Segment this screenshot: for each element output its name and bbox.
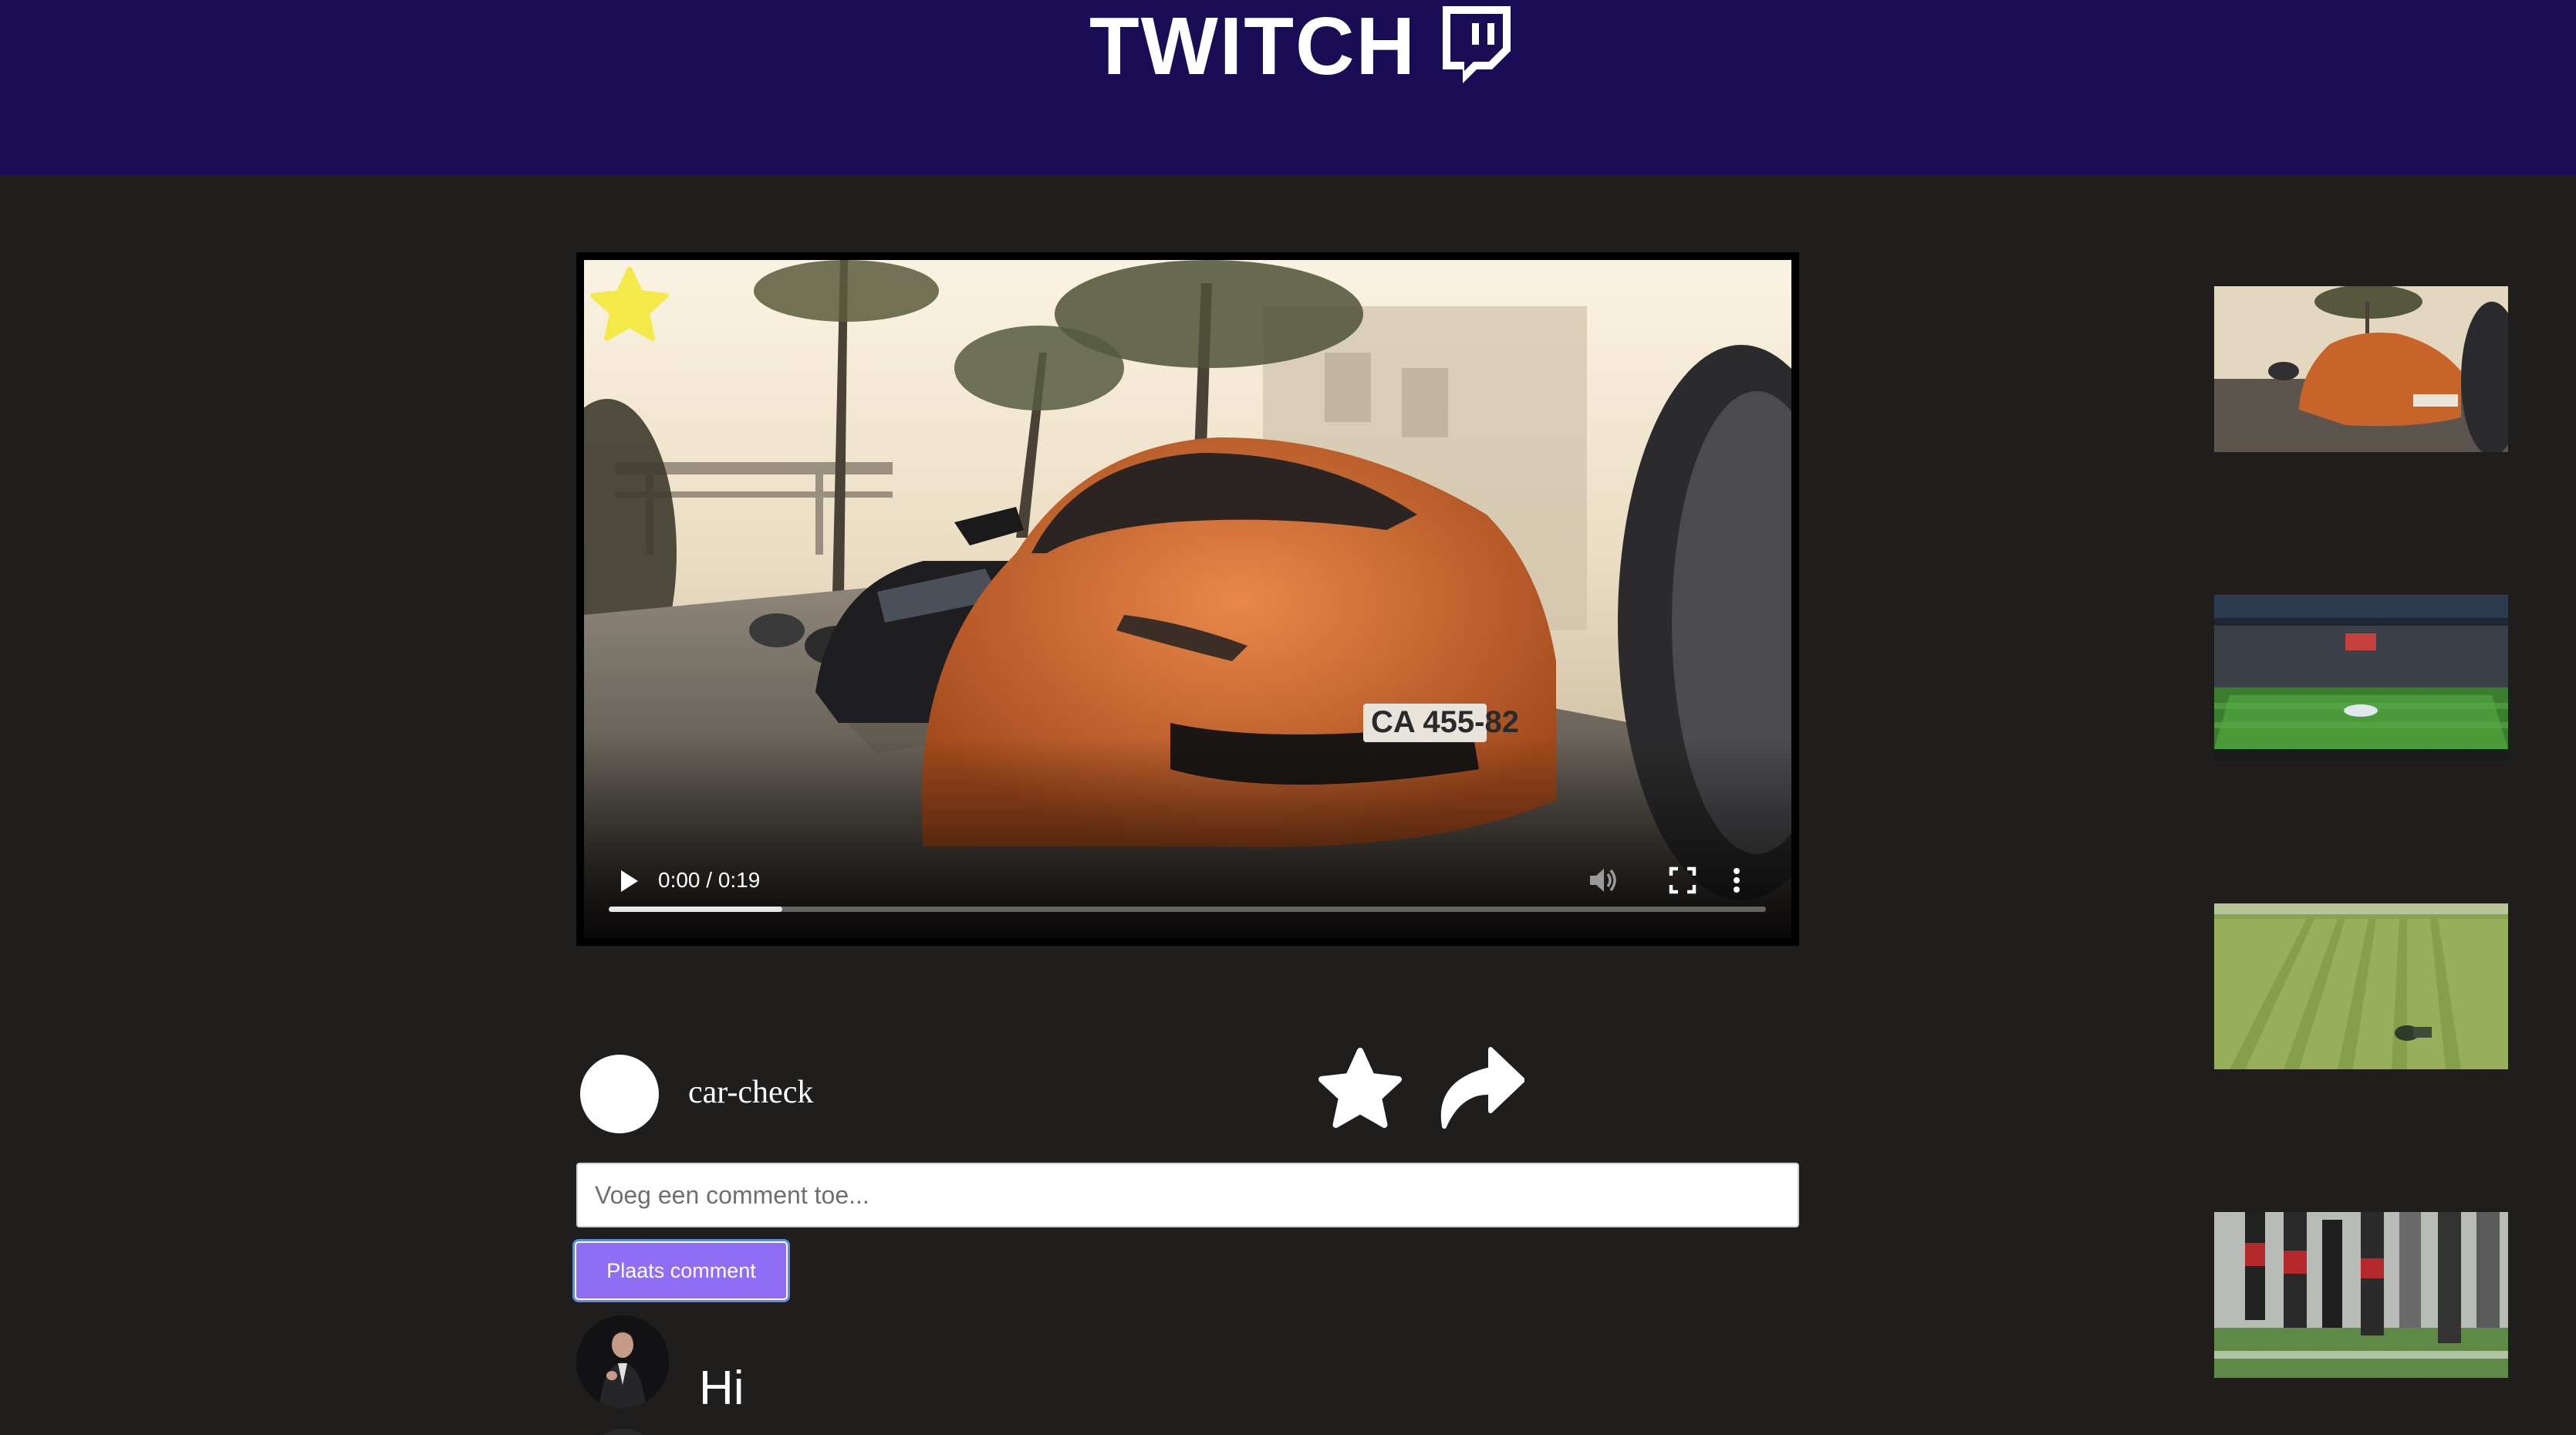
star-icon[interactable] <box>1312 1043 1409 1136</box>
sidebar-thumbnail-field[interactable] <box>2214 903 2508 1069</box>
favorite-star-icon[interactable] <box>587 263 672 348</box>
thumbnail-image-team <box>2214 1212 2508 1378</box>
sidebar-thumbnail-car[interactable] <box>2214 286 2508 452</box>
seek-bar[interactable] <box>609 907 1766 912</box>
video-scene-image: CA 455-82 <box>584 260 1791 938</box>
seek-bar-progress <box>609 907 782 912</box>
fullscreen-icon[interactable] <box>1669 866 1697 894</box>
more-vertical-icon[interactable] <box>1730 865 1743 896</box>
thumbnail-image-stadium <box>2214 595 2508 761</box>
comment-avatar <box>576 1315 669 1408</box>
comment-text: Hi <box>699 1362 744 1415</box>
twitch-glitch-icon <box>1443 6 1511 83</box>
video-player[interactable]: CA 455-82 0:00 / 0:19 <box>576 252 1799 946</box>
channel-name[interactable]: car-check <box>688 1069 813 1116</box>
channel-avatar[interactable] <box>580 1055 659 1133</box>
brand-logo[interactable]: TWITCH <box>1089 0 1514 93</box>
video-frame[interactable]: CA 455-82 0:00 / 0:19 <box>584 260 1791 938</box>
app-root: TWITCH CA 455-82 0:00 / 0:19 car-check V… <box>0 0 2576 1435</box>
time-display: 0:00 / 0:19 <box>658 868 761 892</box>
sidebar-thumbnail-team[interactable] <box>2214 1212 2508 1378</box>
share-arrow-icon[interactable] <box>1433 1046 1524 1129</box>
play-icon[interactable] <box>618 868 641 894</box>
brand-wordmark: TWITCH <box>1089 1 1417 92</box>
user-photo-image <box>576 1315 669 1408</box>
volume-icon[interactable] <box>1587 865 1618 896</box>
comment-avatar-next <box>586 1429 660 1435</box>
sidebar-thumbnail-stadium[interactable] <box>2214 595 2508 761</box>
comment-input[interactable] <box>576 1163 1799 1227</box>
thumbnail-image-car <box>2214 286 2508 452</box>
thumbnail-image-field <box>2214 903 2508 1069</box>
post-comment-button[interactable]: Plaats comment <box>572 1239 790 1302</box>
top-bar: TWITCH <box>0 0 2576 175</box>
svg-text:CA 455-82: CA 455-82 <box>1371 705 1519 739</box>
